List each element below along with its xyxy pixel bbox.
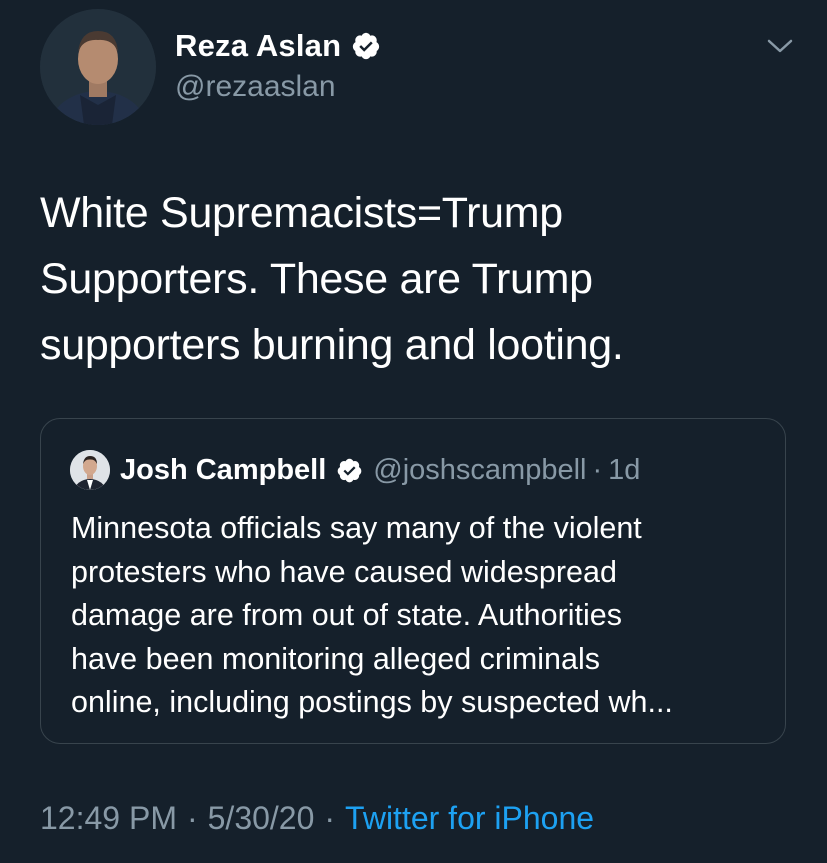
tweet-footer: 12:49 PM · 5/30/20 · Twitter for iPhone bbox=[40, 798, 594, 838]
quoted-tweet-time: 1d bbox=[608, 453, 641, 486]
quoted-author-name: Josh Campbell bbox=[120, 453, 327, 486]
separator-dot: · bbox=[592, 453, 603, 486]
tweet-date[interactable]: 5/30/20 bbox=[208, 800, 315, 837]
quoted-tweet-line: damage are from out of state. Authoritie… bbox=[71, 598, 622, 632]
quoted-author-avatar bbox=[70, 450, 110, 490]
tweet-line: supporters burning and looting. bbox=[40, 321, 624, 369]
separator-dot: · bbox=[186, 799, 198, 836]
tweet-line: White Supremacists=Trump bbox=[40, 189, 563, 237]
author-name[interactable]: Reza Aslan bbox=[175, 28, 341, 64]
quoted-tweet-text: Minnesota officials say many of the viol… bbox=[71, 507, 771, 725]
quoted-tweet-line: Minnesota officials say many of the viol… bbox=[71, 511, 642, 545]
quoted-author-handle: @joshscampbell bbox=[373, 453, 587, 486]
quoted-tweet-line: online, including postings by suspected … bbox=[71, 685, 673, 719]
chevron-down-icon[interactable] bbox=[765, 34, 795, 58]
tweet-text: White Supremacists=Trump Supporters. The… bbox=[40, 180, 800, 378]
tweet-line: Supporters. These are Trump bbox=[40, 255, 593, 303]
tweet-time: 12:49 PM bbox=[40, 799, 177, 836]
quoted-tweet-card[interactable]: Josh Campbell @joshscampbell · 1d Minnes… bbox=[40, 418, 786, 744]
quoted-tweet-header: Josh Campbell @joshscampbell · 1d bbox=[120, 449, 640, 491]
quoted-tweet-line: have been monitoring alleged criminals bbox=[71, 641, 600, 676]
verified-badge-icon bbox=[353, 32, 380, 60]
author-avatar[interactable] bbox=[40, 9, 156, 125]
separator-dot: · bbox=[324, 799, 336, 836]
tweet-source-link[interactable]: Twitter for iPhone bbox=[345, 800, 594, 837]
verified-badge-icon bbox=[337, 458, 362, 482]
author-handle[interactable]: @rezaaslan bbox=[175, 70, 336, 104]
author-name-row: Reza Aslan bbox=[175, 26, 381, 66]
quoted-tweet-line: protesters who have caused widespread bbox=[71, 554, 617, 589]
